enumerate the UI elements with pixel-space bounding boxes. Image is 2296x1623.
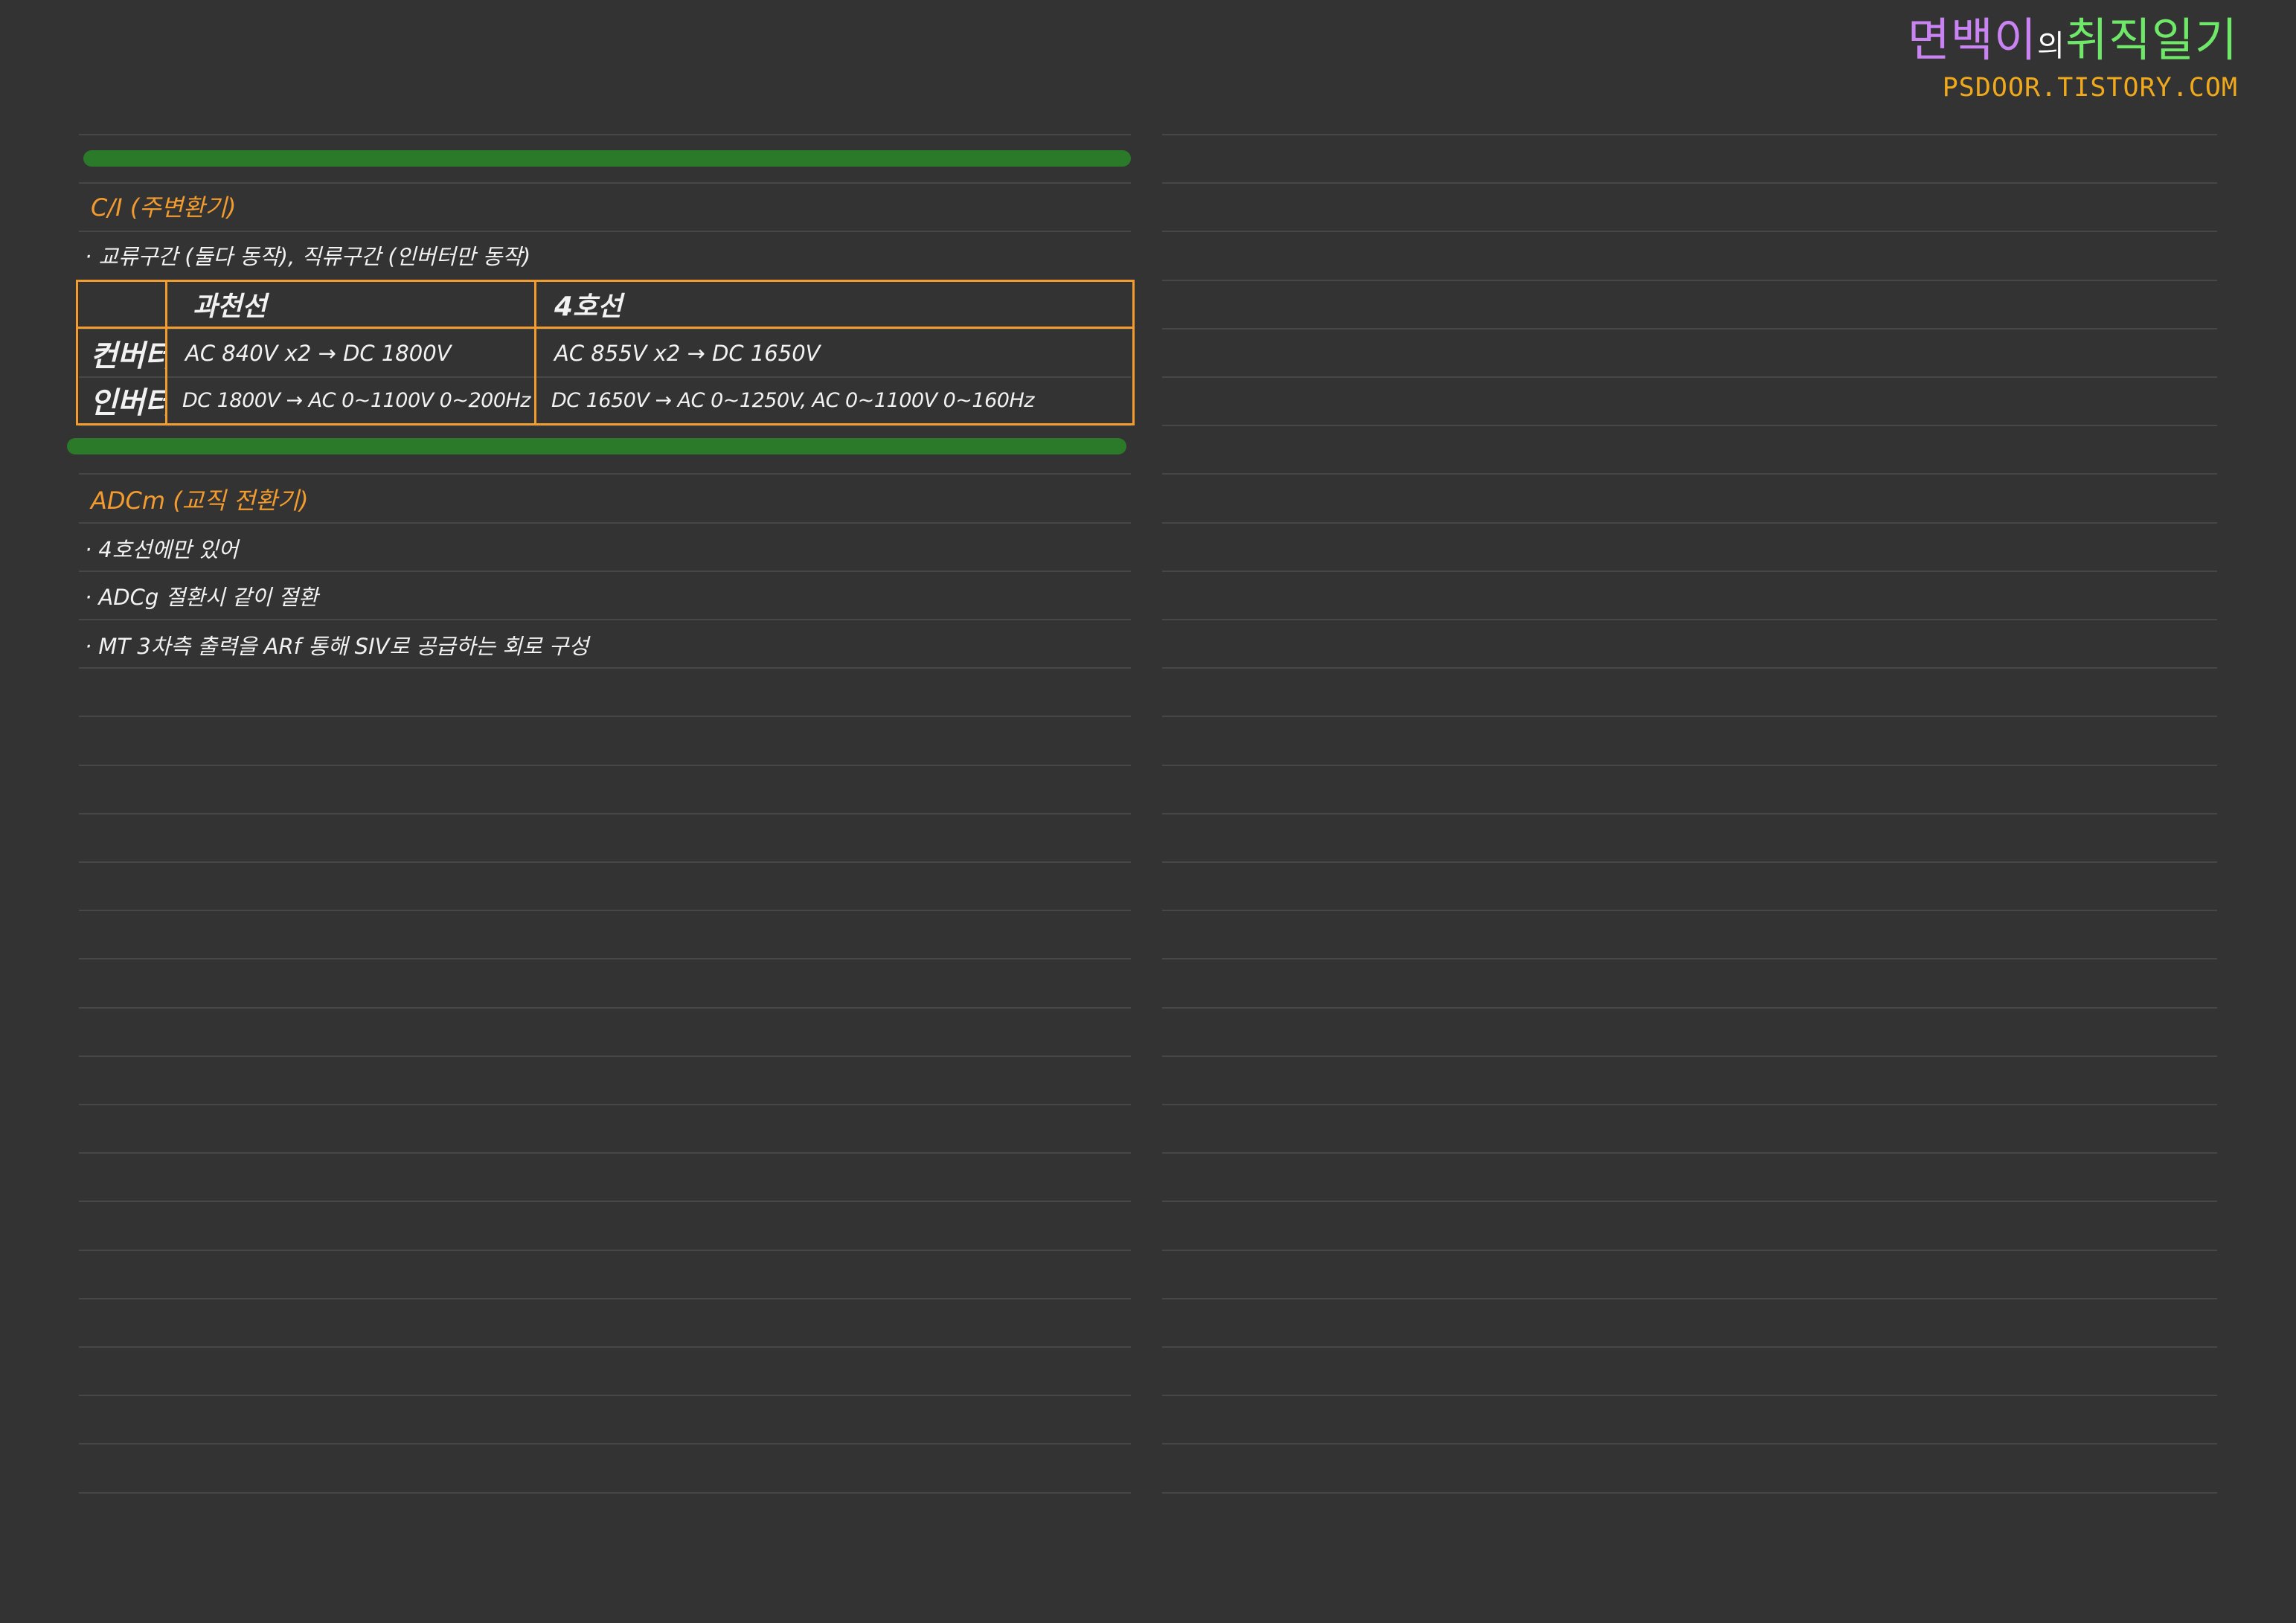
note-line-adcm-1: · 4호선에만 있어 xyxy=(85,537,239,562)
spec-table: 과천선 4호선 컨버터 AC 840V x2 → DC 1800V AC 855… xyxy=(76,280,1135,425)
ruled-line xyxy=(1162,571,2217,572)
cell-inverter-gwacheon: DC 1800V → AC 0~1100V 0~200Hz xyxy=(165,377,536,425)
ruled-line xyxy=(1162,716,2217,717)
ruled-line xyxy=(1162,134,2217,135)
ruled-line xyxy=(1162,667,2217,669)
section-heading-adcm: ADCm (교직 전환기) xyxy=(91,486,309,515)
table-row: 컨버터 AC 840V x2 → DC 1800V AC 855V x2 → D… xyxy=(76,327,1135,378)
ruled-line xyxy=(1162,280,2217,281)
ruled-line xyxy=(79,667,1131,669)
row-label-converter: 컨버터 xyxy=(76,327,167,378)
table-header-gwacheon: 과천선 xyxy=(165,280,536,329)
ruled-line xyxy=(79,1346,1131,1348)
section-heading-ci: C/I (주변환기) xyxy=(91,193,237,222)
ruled-line xyxy=(1162,522,2217,524)
ruled-line xyxy=(79,1104,1131,1105)
ruled-line xyxy=(1162,1298,2217,1299)
brand-title-part2: 의 xyxy=(2037,29,2065,63)
ruled-line xyxy=(1162,376,2217,378)
ruled-line xyxy=(1162,473,2217,475)
table-header-row: 과천선 4호선 xyxy=(76,280,1135,329)
note-line-adcm-2: · ADCg 절환시 같이 절환 xyxy=(85,585,318,610)
brand-title: 면백이의취직일기 xyxy=(1908,12,2238,74)
ruled-line xyxy=(79,910,1131,911)
ruled-line xyxy=(1162,1055,2217,1057)
ruled-line xyxy=(1162,1104,2217,1105)
ruled-line xyxy=(1162,1443,2217,1444)
ruled-line xyxy=(1162,1007,2217,1009)
ruled-line xyxy=(79,182,1131,184)
ruled-line xyxy=(79,619,1131,620)
ruled-line xyxy=(1162,813,2217,814)
ruled-line xyxy=(1162,182,2217,184)
ruled-line xyxy=(79,958,1131,960)
cell-inverter-line4: DC 1650V → AC 0~1250V, AC 0~1100V 0~160H… xyxy=(534,377,1135,425)
table-header-line4: 4호선 xyxy=(534,280,1135,329)
ruled-line xyxy=(79,1298,1131,1299)
ruled-line xyxy=(1162,328,2217,330)
ruled-line xyxy=(79,861,1131,863)
ruled-line xyxy=(1162,910,2217,911)
ruled-line xyxy=(79,1007,1131,1009)
ruled-line xyxy=(79,1443,1131,1444)
section-divider-top xyxy=(83,150,1131,167)
ruled-line xyxy=(1162,1346,2217,1348)
ruled-line xyxy=(1162,861,2217,863)
brand-title-part3: 취직일기 xyxy=(2065,13,2238,67)
brand-title-part1: 면백이 xyxy=(1907,13,2038,67)
section-divider-middle xyxy=(67,438,1126,454)
ruled-line xyxy=(79,1152,1131,1154)
ruled-line xyxy=(79,134,1131,135)
ruled-line xyxy=(1162,958,2217,960)
ruled-line xyxy=(79,522,1131,524)
ruled-line xyxy=(79,1492,1131,1494)
row-label-inverter: 인버터 xyxy=(76,377,167,425)
note-line-adcm-3: · MT 3차측 출력을 ARf 통해 SIV로 공급하는 회로 구성 xyxy=(85,634,589,659)
note-line-ci-1: · 교류구간 (둘다 동작), 직류구간 (인버터만 동작) xyxy=(85,244,531,269)
ruled-line xyxy=(79,1201,1131,1202)
ruled-line xyxy=(1162,1250,2217,1251)
ruled-line xyxy=(1162,765,2217,766)
ruled-line xyxy=(79,1250,1131,1251)
ruled-line xyxy=(1162,425,2217,426)
table-row: 인버터 DC 1800V → AC 0~1100V 0~200Hz DC 165… xyxy=(76,377,1135,425)
ruled-line xyxy=(79,765,1131,766)
ruled-line xyxy=(79,1055,1131,1057)
ruled-line xyxy=(79,571,1131,572)
ruled-line xyxy=(1162,1152,2217,1154)
ruled-line xyxy=(1162,1492,2217,1494)
cell-converter-gwacheon: AC 840V x2 → DC 1800V xyxy=(165,327,536,378)
ruled-line xyxy=(1162,619,2217,620)
table-header-empty xyxy=(76,280,167,329)
ruled-line xyxy=(1162,1201,2217,1202)
ruled-line xyxy=(79,473,1131,475)
brand-url: PSDOOR.TISTORY.COM xyxy=(1942,73,2238,103)
ruled-line xyxy=(79,716,1131,717)
ruled-line xyxy=(1162,1395,2217,1396)
ruled-line xyxy=(79,1395,1131,1396)
ruled-line xyxy=(79,813,1131,814)
cell-converter-line4: AC 855V x2 → DC 1650V xyxy=(534,327,1135,378)
blog-brand: 면백이의취직일기 PSDOOR.TISTORY.COM xyxy=(1908,12,2238,103)
ruled-line xyxy=(1162,231,2217,232)
ruled-line xyxy=(79,231,1131,232)
